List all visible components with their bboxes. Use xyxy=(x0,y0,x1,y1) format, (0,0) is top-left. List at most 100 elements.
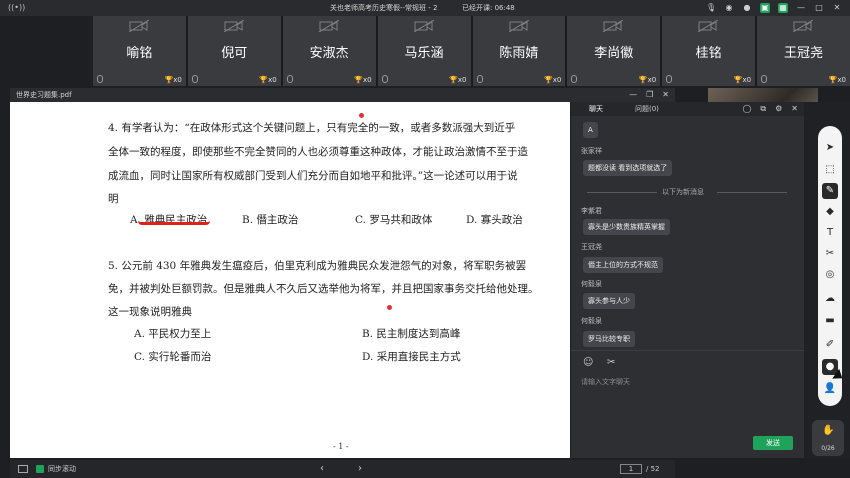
tab-questions[interactable]: 问题(0) xyxy=(635,102,659,116)
hands-counter[interactable]: ✋ 0/26 xyxy=(812,420,844,456)
previous-page-button[interactable]: ‹ xyxy=(320,460,324,478)
q5-line3: 这一现象说明雅典 xyxy=(108,306,192,318)
participant-tile[interactable]: 陈雨婧 🏆x0 xyxy=(472,16,566,86)
q5-line2: 免，并被判处巨额罚款。但是雅典人不久后又选举他为将军，并且把国家事务交托给他处理… xyxy=(108,283,539,295)
trophy-icon: 🏆 xyxy=(638,76,648,84)
next-page-button[interactable]: › xyxy=(358,460,362,478)
minimize-icon[interactable]: — xyxy=(796,3,806,13)
mic-icon xyxy=(191,75,198,83)
chat-message-bubble: 罗马比较专职 xyxy=(583,331,635,347)
thumbnail-toggle-icon[interactable] xyxy=(18,465,28,473)
mic-icon xyxy=(286,75,293,83)
participant-tile[interactable]: 喻铭 🏆x0 xyxy=(93,16,186,86)
participant-tile[interactable]: 王冠尧 🏆x0 xyxy=(757,16,850,86)
trophy-icon: 🏆 xyxy=(259,76,269,84)
q4-line3: 成流血，同时让国家所有权威部门受到人们充分而自如地平和批评。”这一论述可以用于说 xyxy=(108,170,518,182)
whiteboard-toolbar: ➤ ⬚ ✎ ◆ T ✂ ◎ ☁ ▬ ✐ ● 👤 xyxy=(818,126,842,406)
divider-line xyxy=(587,192,657,193)
new-messages-divider: 以下为新消息 xyxy=(587,187,787,197)
chat-message-bubble: A xyxy=(583,122,598,138)
class-title: 关也老师高考历史寒假--常规班 - 2 xyxy=(330,4,438,12)
pointer-icon[interactable]: ➤ xyxy=(822,140,838,156)
sync-scroll-checkbox[interactable] xyxy=(36,465,44,473)
left-gutter xyxy=(0,102,10,458)
pen-icon[interactable]: ✎ xyxy=(822,183,838,199)
camera-icon[interactable]: ◉ xyxy=(724,3,734,13)
laser-icon[interactable]: ◎ xyxy=(822,267,838,283)
participant-tile[interactable]: 安淑杰 🏆x0 xyxy=(282,16,376,86)
q5-option-a: A. 平民权力至上 xyxy=(134,328,212,340)
emoji-icon[interactable]: ☺ xyxy=(583,357,593,368)
participant-tile[interactable]: 倪可 🏆x0 xyxy=(187,16,281,86)
title-bar: ((•)) 关也老师高考历史寒假--常规班 - 2 已经开课: 06:48 🎙 … xyxy=(0,0,850,16)
q5-line1: 5. 公元前 430 年雅典发生瘟疫后，伯里克利成为雅典民众发泄怨气的对象，将军… xyxy=(108,260,527,272)
trophy-icon: 🏆 xyxy=(544,76,553,84)
trophy-icon: 🏆 xyxy=(164,76,174,84)
chat-user-name: 何毅泉 xyxy=(581,317,602,325)
participant-name: 倪可 xyxy=(221,46,248,61)
laser-dot xyxy=(359,113,364,118)
camera-off-icon xyxy=(603,20,624,32)
user-icon[interactable]: 👤 xyxy=(822,381,838,397)
camera-off-icon xyxy=(508,20,529,32)
camera-off-icon xyxy=(793,20,814,32)
text-icon[interactable]: T xyxy=(822,225,838,241)
participant-name: 王冠尧 xyxy=(784,46,824,61)
chat-compose-area: ☺ ✂ 请输入文字聊天 发送 xyxy=(571,350,804,458)
chat-message-bubble: 题都没读 看到选项就选了 xyxy=(583,160,673,176)
speech-bubble-icon[interactable]: ◯ xyxy=(742,102,751,116)
page-input[interactable]: 1 xyxy=(620,464,642,474)
eraser-icon[interactable]: ◆ xyxy=(822,204,838,220)
signal-icon: ((•)) xyxy=(8,3,26,12)
chat-message-bubble: 僭主上位的方式不规范 xyxy=(583,257,663,273)
camera-off-icon xyxy=(223,20,244,32)
q4-option-b: B. 僭主政治 xyxy=(242,214,299,226)
sync-scroll-label: 同步滚动 xyxy=(48,465,76,473)
camera-off-icon xyxy=(413,20,434,32)
q5-option-c: C. 实行轮番而治 xyxy=(134,351,212,363)
camera-off-icon xyxy=(698,20,719,32)
q4-line4: 明 xyxy=(108,193,119,205)
participant-tile[interactable]: 李尚徽 🏆x0 xyxy=(567,16,661,86)
chat-input[interactable]: 请输入文字聊天 xyxy=(581,377,630,387)
participant-tile[interactable]: 桂铭 🏆x0 xyxy=(662,16,756,86)
participant-strip: 喻铭 🏆x0 倪可 🏆x0 安淑杰 🏆x0 马乐涵 🏆x0 陈雨婧 🏆x0 李尚… xyxy=(93,16,850,86)
participant-name: 桂铭 xyxy=(695,46,722,61)
pdf-page[interactable]: 4. 有学者认为：“在政体形式这个关键问题上，只有完全的一致，或者多数派强大到近… xyxy=(10,102,570,458)
settings-icon[interactable]: ⚙ xyxy=(775,102,782,116)
titlebar-controls: 🎙 ◉ ● ▣ ▦ — □ ✕ xyxy=(706,3,842,13)
participant-name: 马乐涵 xyxy=(404,46,444,61)
participant-tile[interactable]: 马乐涵 🏆x0 xyxy=(377,16,471,86)
close-icon[interactable]: ✕ xyxy=(791,102,798,116)
mic-icon xyxy=(381,75,388,83)
microphone-icon[interactable]: 🎙 xyxy=(706,3,716,13)
restore-icon[interactable]: ❐ xyxy=(646,88,653,102)
pdf-bottom-bar: 同步滚动 ‹ › 1 / 52 xyxy=(10,460,675,478)
minimize-icon[interactable]: — xyxy=(629,88,637,102)
close-icon[interactable]: ✕ xyxy=(662,88,669,102)
send-button[interactable]: 发送 xyxy=(753,436,793,450)
q4-option-d: D. 寡头政治 xyxy=(466,214,523,226)
trophy-icon: 🏆 xyxy=(449,76,458,84)
screenshot-scissors-icon[interactable]: ✂ xyxy=(607,357,615,368)
maximize-icon[interactable]: □ xyxy=(814,3,824,13)
edit-icon[interactable]: ✐ xyxy=(822,337,838,353)
participant-name: 李尚徽 xyxy=(594,46,634,61)
layout-icon[interactable]: ▦ xyxy=(778,3,788,13)
chat-tabs: 聊天 问题(0) ◯ ⧉ ⚙ ✕ xyxy=(571,102,804,116)
select-icon[interactable]: ⬚ xyxy=(822,162,838,178)
mic-icon xyxy=(97,75,103,83)
tab-chat[interactable]: 聊天 xyxy=(589,102,603,116)
record-icon[interactable]: ● xyxy=(742,3,752,13)
popout-icon[interactable]: ⧉ xyxy=(760,102,766,116)
trophy-count: 🏆x0 xyxy=(354,76,372,84)
scissors-icon[interactable]: ✂ xyxy=(822,246,838,262)
pdf-window-controls: — ❐ ✕ xyxy=(629,88,669,102)
cloud-icon[interactable]: ☁ xyxy=(822,291,838,307)
chat-panel-controls: ◯ ⧉ ⚙ ✕ xyxy=(742,102,798,116)
close-icon[interactable]: ✕ xyxy=(832,3,842,13)
screen-share-icon[interactable]: ▣ xyxy=(760,3,770,13)
toolbox-icon[interactable]: ▬ xyxy=(822,313,838,329)
trophy-count: 🏆x0 xyxy=(828,76,846,84)
new-messages-label: 以下为新消息 xyxy=(662,188,704,196)
